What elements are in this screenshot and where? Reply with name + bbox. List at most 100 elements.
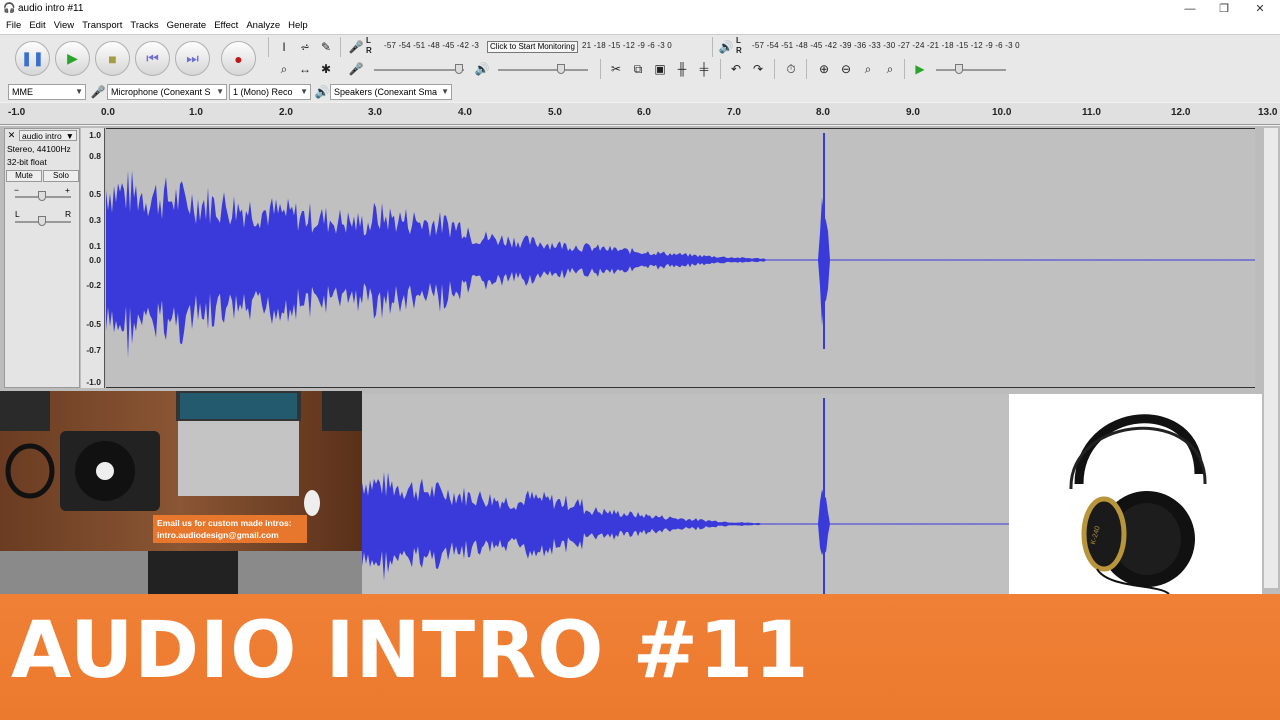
recording-device-select[interactable]: Microphone (Conexant S ▼ <box>107 84 227 100</box>
mute-button[interactable]: Mute <box>6 170 42 182</box>
play-button[interactable]: ▶ <box>55 41 90 76</box>
output-volume-slider[interactable] <box>498 69 588 71</box>
cut-button[interactable]: ✂ <box>606 59 626 79</box>
amplitude-label: 0.3 <box>89 215 101 225</box>
undo-button[interactable]: ↶ <box>726 59 746 79</box>
monitoring-tooltip: Click to Start Monitoring <box>487 41 578 53</box>
amplitude-label: -0.2 <box>86 280 101 290</box>
playback-device-select[interactable]: Speakers (Conexant Sma ▼ <box>330 84 452 100</box>
menu-edit[interactable]: Edit <box>25 18 49 34</box>
track-menu-button[interactable]: audio intro ▼ <box>19 130 77 141</box>
record-meter-scale-right[interactable]: 21 -18 -15 -12 -9 -6 -3 0 <box>582 36 672 56</box>
scissors-icon: ✂ <box>610 62 622 76</box>
pan-thumb[interactable] <box>38 216 46 226</box>
pan-left-label: L <box>15 209 20 219</box>
timeshift-tool[interactable]: ↔ <box>295 59 315 79</box>
zoom-in-button[interactable]: ⊕ <box>814 59 834 79</box>
title-bar: 🎧 audio intro #11 — ❐ ✕ <box>0 0 1280 18</box>
play-speed-thumb[interactable] <box>955 64 963 74</box>
menu-transport[interactable]: Transport <box>78 18 126 34</box>
selection-tool[interactable]: I <box>274 37 294 57</box>
input-volume-thumb[interactable] <box>455 64 463 74</box>
ruler-label: 10.0 <box>992 107 1012 118</box>
gain-thumb[interactable] <box>38 191 46 201</box>
draw-tool[interactable]: ✎ <box>316 37 336 57</box>
waveform-right <box>362 398 1009 594</box>
pause-button[interactable]: ❚❚ <box>15 41 50 76</box>
redo-button[interactable]: ↷ <box>748 59 768 79</box>
ruler-label: 5.0 <box>548 107 562 118</box>
title-banner: AUDIO INTRO #11 <box>0 594 1280 720</box>
output-volume-thumb[interactable] <box>557 64 565 74</box>
input-volume-slider[interactable] <box>374 69 464 71</box>
amplitude-label: 0.0 <box>89 255 101 265</box>
undo-icon: ↶ <box>730 62 742 76</box>
silence-button[interactable]: ╪ <box>694 59 714 79</box>
gain-minus-label: − <box>14 185 19 195</box>
skip-to-end-button[interactable]: ⏭ <box>175 41 210 76</box>
record-meter-r: R <box>366 46 372 55</box>
skip-to-start-button[interactable]: ⏮ <box>135 41 170 76</box>
timeline-ruler[interactable]: -1.0 0.0 1.0 2.0 3.0 4.0 5.0 6.0 7.0 8.0… <box>0 103 1280 125</box>
envelope-icon: ⩫ <box>299 40 311 54</box>
amplitude-label: 0.8 <box>89 151 101 161</box>
zoom-out-icon: ⊖ <box>840 62 852 76</box>
waveform-channel-left[interactable] <box>106 128 1255 388</box>
audio-host-select[interactable]: MME ▼ <box>8 84 86 100</box>
waveform-channel-right[interactable] <box>362 394 1009 594</box>
paste-button[interactable]: ▣ <box>650 59 670 79</box>
asterisk-icon: ✱ <box>320 62 332 76</box>
zoom-out-button[interactable]: ⊖ <box>836 59 856 79</box>
chevron-down-icon: ▼ <box>75 87 83 96</box>
close-window-button[interactable]: ✕ <box>1242 0 1278 18</box>
minimize-button[interactable]: — <box>1172 0 1208 18</box>
menu-effect[interactable]: Effect <box>210 18 242 34</box>
trim-button[interactable]: ╫ <box>672 59 692 79</box>
record-button[interactable]: ● <box>221 41 256 76</box>
gain-plus-label: + <box>65 185 70 195</box>
fit-selection-button[interactable]: ⌕ <box>858 59 878 79</box>
copy-button[interactable]: ⧉ <box>628 59 648 79</box>
solo-button[interactable]: Solo <box>43 170 79 182</box>
pan-right-label: R <box>65 209 72 219</box>
ruler-label: 12.0 <box>1171 107 1191 118</box>
ruler-label: 8.0 <box>816 107 830 118</box>
menu-file[interactable]: File <box>0 18 25 34</box>
chevron-down-icon: ▼ <box>300 87 308 96</box>
track-control-panel: ✕ audio intro ▼ Stereo, 44100Hz 32-bit fl… <box>4 128 80 388</box>
play-speed-slider[interactable] <box>936 69 1006 71</box>
menu-generate[interactable]: Generate <box>163 18 211 34</box>
trim-icon: ╫ <box>677 62 687 76</box>
ruler-label: 13.0 <box>1258 107 1278 118</box>
vertical-scrollbar[interactable] <box>1264 128 1278 588</box>
maximize-button[interactable]: ❐ <box>1206 0 1242 18</box>
speaker-icon: 🔊 <box>314 85 330 99</box>
sync-lock-button[interactable]: ⏱ <box>781 59 801 79</box>
stop-button[interactable]: ■ <box>95 41 130 76</box>
playback-meter-scale[interactable]: -57 -54 -51 -48 -45 -42 -39 -36 -33 -30 … <box>752 36 1020 56</box>
timer-icon: ⏱ <box>786 61 796 76</box>
ruler-label: 9.0 <box>906 107 920 118</box>
menu-tracks[interactable]: Tracks <box>126 18 162 34</box>
headphones-app-icon: 🎧 <box>3 3 16 14</box>
desk-photo <box>0 391 362 595</box>
multi-tool[interactable]: ✱ <box>316 59 336 79</box>
recording-channels-select[interactable]: 1 (Mono) Reco ▼ <box>229 84 311 100</box>
microphone-icon: 🎤 <box>90 85 106 99</box>
fit-project-button[interactable]: ⌕ <box>880 59 900 79</box>
record-meter-mic-icon[interactable]: 🎤 <box>346 37 366 57</box>
output-volume-speaker-icon: 🔊 <box>474 62 490 76</box>
fit-project-icon: ⌕ <box>886 61 894 76</box>
record-meter-scale[interactable]: -57 -54 -51 -48 -45 -42 -3 <box>384 36 479 56</box>
menu-help[interactable]: Help <box>284 18 312 34</box>
envelope-tool[interactable]: ⩫ <box>295 37 315 57</box>
playback-meter-speaker-icon[interactable]: 🔊 <box>716 37 736 57</box>
play-at-speed-button[interactable]: ▶ <box>910 59 930 79</box>
zoom-tool[interactable]: ⌕ <box>274 59 294 79</box>
email-address: intro.audiodesign@gmail.com <box>157 530 279 540</box>
chevron-down-icon: ▼ <box>441 87 449 96</box>
menu-view[interactable]: View <box>50 18 78 34</box>
magnifier-icon: ⌕ <box>280 61 288 76</box>
track-close-button[interactable]: ✕ <box>6 130 17 142</box>
menu-analyze[interactable]: Analyze <box>242 18 284 34</box>
